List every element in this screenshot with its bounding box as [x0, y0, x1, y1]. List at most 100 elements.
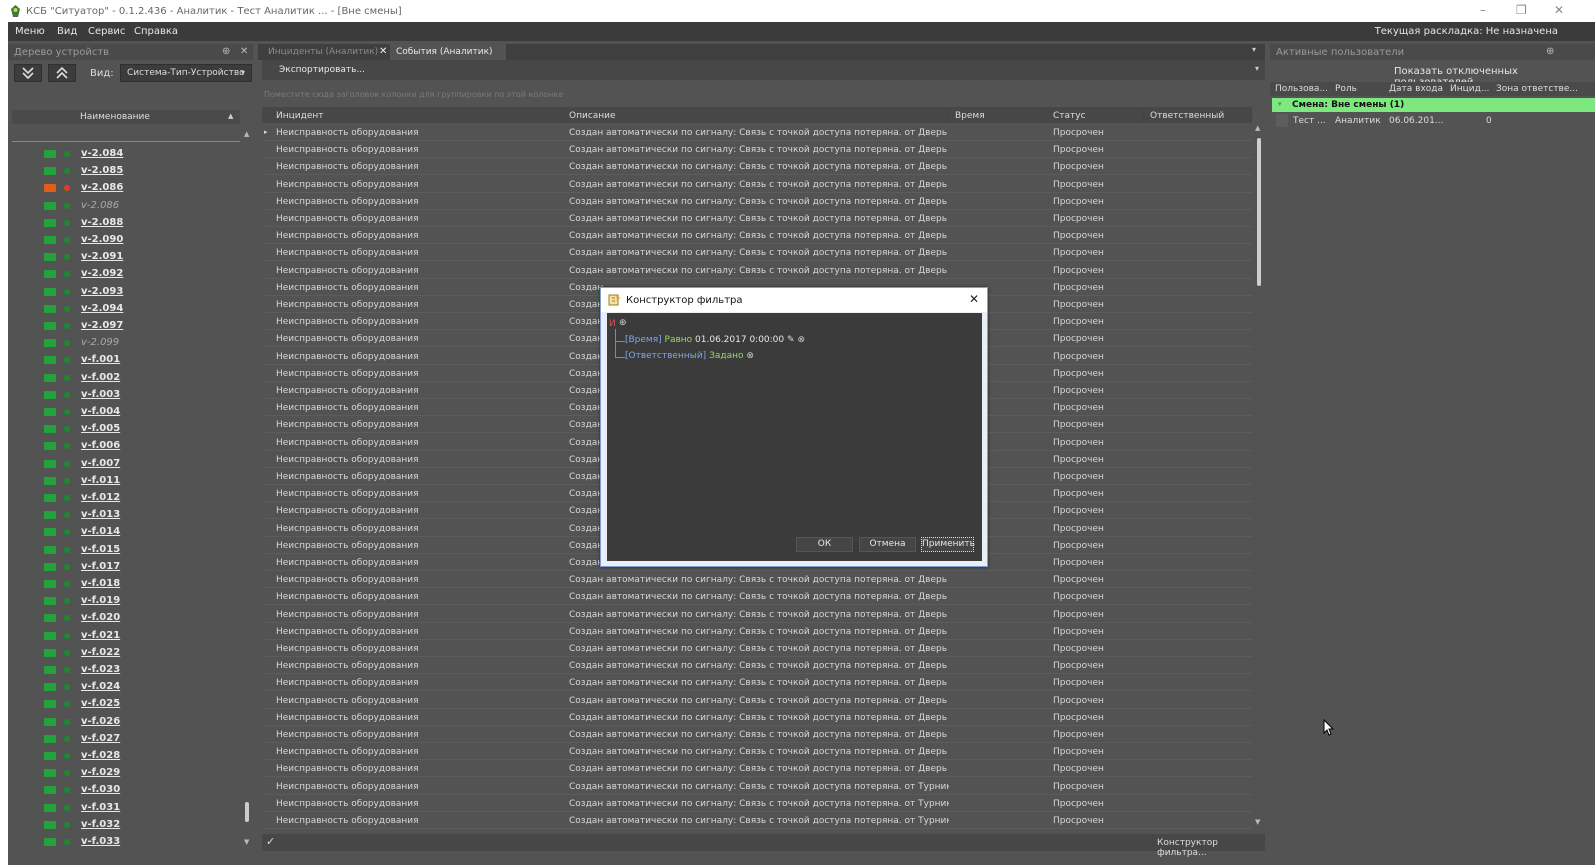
- table-row[interactable]: Неисправность оборудования Создан автомат…: [262, 674, 1252, 692]
- filter-builder-link[interactable]: Конструктор фильтра...: [1157, 838, 1265, 858]
- cancel-button[interactable]: Отмена: [859, 537, 916, 552]
- device-tree-item[interactable]: v-f.001: [8, 351, 240, 368]
- condition-responsible-op[interactable]: Задано: [709, 351, 743, 361]
- device-tree-item[interactable]: v-f.003: [8, 386, 240, 403]
- filter-enabled-checkbox[interactable]: ✓: [266, 835, 275, 848]
- condition-time-value[interactable]: 01.06.2017 0:00:00: [695, 335, 784, 345]
- table-row[interactable]: Неисправность оборудования Создан автомат…: [262, 812, 1252, 829]
- table-row[interactable]: Неисправность оборудования Создан автомат…: [262, 692, 1252, 709]
- device-tree-item[interactable]: v-f.013: [8, 506, 240, 523]
- device-tree-item[interactable]: v-f.002: [8, 369, 240, 386]
- device-tree-item[interactable]: v-f.021: [8, 627, 240, 644]
- col-incidents[interactable]: Инцид...: [1450, 84, 1489, 94]
- device-tree-item[interactable]: v-2.097: [8, 317, 240, 334]
- device-tree-item[interactable]: v-f.017: [8, 558, 240, 575]
- device-tree-item[interactable]: v-f.028: [8, 747, 240, 764]
- col-description[interactable]: Описание: [563, 107, 949, 123]
- device-tree-item[interactable]: v-f.022: [8, 644, 240, 661]
- remove-condition-icon[interactable]: ⊗: [797, 335, 805, 345]
- device-tree-item[interactable]: v-f.023: [8, 661, 240, 678]
- minimize-button[interactable]: –: [1480, 3, 1486, 17]
- col-zone[interactable]: Зона ответстве...: [1496, 84, 1578, 94]
- menu-service[interactable]: Сервис: [88, 26, 125, 37]
- col-login-date[interactable]: Дата входа: [1389, 84, 1443, 94]
- device-tree-item[interactable]: v-2.094: [8, 300, 240, 317]
- tab-incidents[interactable]: Инциденты (Аналитик) ✕: [262, 44, 387, 60]
- table-row[interactable]: Неисправность оборудования Создан автомат…: [262, 726, 1252, 743]
- condition-time-field[interactable]: [Время]: [625, 335, 662, 345]
- device-tree-item[interactable]: v-f.033: [8, 833, 240, 850]
- table-row[interactable]: Неисправность оборудования Создан автомат…: [262, 262, 1252, 279]
- grid-scroll-up-icon[interactable]: ▲: [1255, 124, 1260, 132]
- device-tree-item[interactable]: v-f.027: [8, 730, 240, 747]
- col-responsible[interactable]: Ответственный: [1144, 107, 1252, 123]
- close-window-button[interactable]: ✕: [1554, 3, 1564, 17]
- device-tree-item[interactable]: v-f.011: [8, 472, 240, 489]
- device-tree-item[interactable]: v-f.031: [8, 799, 240, 816]
- view-select[interactable]: Система-Тип-Устройство ▾: [120, 64, 252, 82]
- tree-scrollbar[interactable]: ▲ ▼: [242, 130, 252, 865]
- grid-scroll-down-icon[interactable]: ▼: [1255, 818, 1260, 826]
- group-panel[interactable]: Поместите сюда заголовок колонки для гру…: [262, 86, 1262, 104]
- device-tree-item[interactable]: v-f.020: [8, 609, 240, 626]
- tabs-dropdown-icon[interactable]: ▾: [1252, 45, 1256, 54]
- device-tree-item[interactable]: v-2.099: [8, 334, 240, 351]
- condition-time[interactable]: [Время] Равно 01.06.2017 0:00:00 ✎ ⊗: [625, 335, 805, 347]
- table-row[interactable]: Неисправность оборудования Создан автомат…: [262, 588, 1252, 606]
- device-tree-item[interactable]: v-f.030: [8, 781, 240, 798]
- table-row[interactable]: Неисправность оборудования Создан автомат…: [262, 795, 1252, 812]
- tree-filter-row[interactable]: [12, 126, 240, 142]
- tree-column-header[interactable]: Наименование ▲: [12, 110, 240, 124]
- device-tree-item[interactable]: v-2.090: [8, 231, 240, 248]
- tree-scroll-thumb[interactable]: [245, 802, 249, 822]
- table-row[interactable]: Неисправность оборудования Создан автомат…: [262, 193, 1252, 210]
- device-tree-item[interactable]: v-2.084: [8, 145, 240, 162]
- ok-button[interactable]: ОК: [796, 537, 853, 552]
- col-time[interactable]: Время: [949, 107, 1047, 123]
- table-row[interactable]: Неисправность оборудования Создан автомат…: [262, 227, 1252, 245]
- tab-events[interactable]: События (Аналитик): [390, 44, 506, 60]
- users-group-row[interactable]: ▾ Смена: Вне смены (1): [1272, 98, 1595, 112]
- device-tree-item[interactable]: v-f.032: [8, 816, 240, 833]
- menu-main[interactable]: Меню: [15, 26, 45, 37]
- device-tree-item[interactable]: v-f.029: [8, 764, 240, 781]
- device-tree-item[interactable]: v-f.014: [8, 523, 240, 540]
- edit-pencil-icon[interactable]: ✎: [787, 335, 795, 345]
- pin-icon[interactable]: ⊕: [222, 46, 230, 57]
- table-row[interactable]: ▸ Неисправность оборудования Создан автома…: [262, 124, 1252, 141]
- table-row[interactable]: Неисправность оборудования Создан автомат…: [262, 141, 1252, 159]
- device-tree-item[interactable]: v-f.005: [8, 420, 240, 437]
- table-row[interactable]: Неисправность оборудования Создан автомат…: [262, 571, 1252, 589]
- expand-all-button[interactable]: [14, 64, 42, 82]
- device-tree-item[interactable]: v-f.004: [8, 403, 240, 420]
- device-tree-item[interactable]: v-f.019: [8, 592, 240, 609]
- device-tree-item[interactable]: v-2.085: [8, 162, 240, 179]
- tab-close-icon[interactable]: ✕: [379, 46, 387, 57]
- device-tree-item[interactable]: v-2.088: [8, 214, 240, 231]
- device-tree-item[interactable]: v-f.026: [8, 713, 240, 730]
- apply-button[interactable]: Применить: [921, 537, 975, 552]
- table-row[interactable]: Неисправность оборудования Создан автомат…: [262, 760, 1252, 778]
- close-panel-icon[interactable]: ✕: [240, 46, 248, 57]
- device-tree-item[interactable]: v-f.025: [8, 695, 240, 712]
- col-user[interactable]: Пользова...: [1275, 84, 1328, 94]
- condition-responsible-field[interactable]: [Ответственный]: [625, 351, 706, 361]
- table-row[interactable]: Неисправность оборудования Создан автомат…: [262, 176, 1252, 193]
- grid-scrollbar[interactable]: ▲ ▼: [1254, 124, 1264, 830]
- device-tree-item[interactable]: v-2.091: [8, 248, 240, 265]
- table-row[interactable]: Неисправность оборудования Создан автомат…: [262, 657, 1252, 675]
- col-status[interactable]: Статус: [1047, 107, 1144, 123]
- menu-help[interactable]: Справка: [134, 26, 178, 37]
- device-tree-item[interactable]: v-2.093: [8, 283, 240, 300]
- device-tree-item[interactable]: v-2.092: [8, 265, 240, 282]
- remove-condition-icon[interactable]: ⊗: [746, 351, 754, 361]
- table-row[interactable]: Неисправность оборудования Создан автомат…: [262, 210, 1252, 227]
- root-operator[interactable]: И: [609, 319, 616, 329]
- table-row[interactable]: Неисправность оборудования Создан автомат…: [262, 778, 1252, 795]
- condition-responsible[interactable]: [Ответственный] Задано ⊗: [625, 351, 754, 363]
- col-role[interactable]: Роль: [1335, 84, 1357, 94]
- restore-button[interactable]: ❐: [1516, 3, 1527, 17]
- table-row[interactable]: Неисправность оборудования Создан автомат…: [262, 606, 1252, 623]
- user-row[interactable]: Тест ... Аналитик 06.06.201... 0: [1272, 113, 1595, 128]
- condition-time-op[interactable]: Равно: [665, 335, 693, 345]
